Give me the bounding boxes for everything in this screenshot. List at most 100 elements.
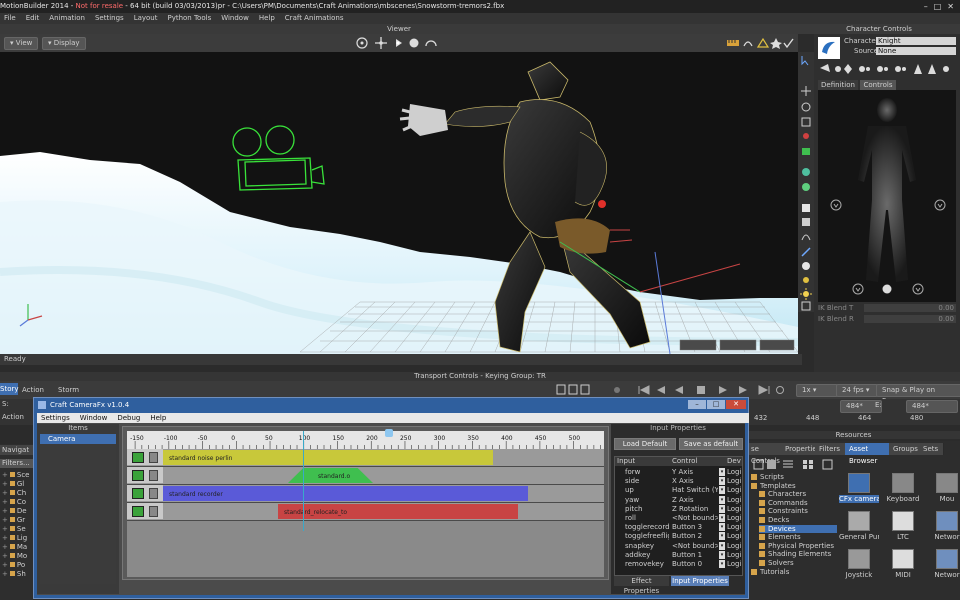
asset-item[interactable]: Networ: [927, 511, 960, 541]
binding-row[interactable]: togglerecord Button 3 ▾ Logi: [615, 523, 742, 532]
cfx-menu-settings[interactable]: Settings: [41, 413, 70, 423]
pan-icon[interactable]: [375, 37, 387, 49]
display-menu-button[interactable]: ▾ Display: [42, 37, 86, 50]
large-view-icon[interactable]: [822, 459, 833, 470]
cfx-effect-clip[interactable]: standard.o: [288, 468, 373, 483]
pose-icon-7[interactable]: [914, 64, 922, 74]
binding-dropdown-icon[interactable]: ▾: [719, 486, 725, 495]
triangle-icon[interactable]: [756, 37, 770, 48]
curve-icon[interactable]: [743, 41, 753, 47]
binding-dropdown-icon[interactable]: ▾: [719, 523, 725, 532]
cfx-close-icon[interactable]: ✕: [726, 400, 746, 409]
story-tab[interactable]: Story: [0, 383, 19, 395]
resources-tree-item[interactable]: Decks: [759, 516, 789, 524]
expand-icon[interactable]: +: [2, 570, 8, 578]
navigator-item[interactable]: + Gl: [2, 480, 24, 488]
resources-tab-filters[interactable]: Filters: [815, 443, 846, 455]
expand-icon[interactable]: +: [2, 543, 8, 551]
spline-icon[interactable]: [801, 234, 811, 241]
cfx-menu-debug[interactable]: Debug: [117, 413, 140, 423]
cfx-effect-clip[interactable]: standard noise perlin: [163, 450, 493, 465]
navigator-filters[interactable]: Filters...: [0, 459, 35, 468]
navigator-item[interactable]: + Po: [2, 561, 25, 569]
sun-icon[interactable]: [800, 288, 812, 300]
hips-effector-icon[interactable]: [882, 284, 892, 294]
pose-icon-2[interactable]: [835, 66, 841, 72]
binding-dropdown-icon[interactable]: ▾: [719, 477, 725, 486]
pose-icon-9[interactable]: [943, 66, 949, 72]
navigator-item[interactable]: + Ma: [2, 543, 27, 551]
pin-red-icon[interactable]: [803, 133, 809, 139]
go-start-icon[interactable]: [638, 385, 650, 395]
expand-icon[interactable]: +: [2, 534, 8, 542]
resources-tree-item[interactable]: Tutorials: [751, 568, 789, 576]
resources-tree-item[interactable]: Constraints: [759, 507, 808, 515]
list-view-icon[interactable]: [753, 459, 764, 470]
ruler-icon[interactable]: [727, 40, 739, 46]
next-key-icon[interactable]: [739, 386, 747, 394]
navigator-tab[interactable]: Navigat: [0, 445, 35, 455]
grid-view-icon[interactable]: [767, 460, 776, 469]
zoom-icon[interactable]: [396, 39, 402, 47]
menu-item-craft-animations[interactable]: Craft Animations: [285, 13, 344, 24]
binding-row[interactable]: roll <Not bound> ▾ Logi: [615, 514, 742, 523]
go-end-icon[interactable]: [758, 385, 770, 395]
left-hand-effector-icon[interactable]: [830, 199, 842, 211]
right-foot-effector-icon[interactable]: [912, 283, 924, 295]
trash-icon[interactable]: [149, 452, 158, 463]
end-frame-field[interactable]: 484*: [906, 400, 958, 413]
resources-tree-item[interactable]: Physical Properties: [759, 542, 834, 550]
binding-row[interactable]: snapkey <Not bound> ▾ Logi: [615, 541, 742, 551]
maximize-icon[interactable]: □: [934, 0, 942, 13]
expand-icon[interactable]: +: [2, 489, 8, 497]
navigator-item[interactable]: + Sh: [2, 570, 26, 578]
play-icon[interactable]: [719, 386, 727, 394]
cfx-item-camera[interactable]: Camera: [40, 434, 116, 444]
loop-icon[interactable]: [776, 386, 784, 394]
resources-tree-item[interactable]: Solvers: [759, 559, 794, 567]
binding-dropdown-icon[interactable]: ▾: [719, 550, 725, 559]
resources-tree-item[interactable]: Shading Elements: [759, 550, 831, 558]
light-icon[interactable]: [803, 277, 809, 283]
menu-item-animation[interactable]: Animation: [49, 13, 85, 24]
navigator-item[interactable]: + Lig: [2, 534, 27, 542]
pose-icon-8[interactable]: [928, 64, 936, 74]
resources-tree-item[interactable]: Commands: [759, 499, 808, 507]
resources-tree-item[interactable]: Characters: [759, 490, 806, 498]
body-figure-view[interactable]: [818, 90, 956, 302]
expand-icon[interactable]: +: [2, 552, 8, 560]
body-part-icon[interactable]: [802, 168, 810, 176]
binding-dropdown-icon[interactable]: ▾: [719, 495, 725, 504]
check-icon[interactable]: [783, 38, 794, 49]
trash-icon[interactable]: [149, 470, 158, 481]
binding-dropdown-icon[interactable]: ▾: [719, 532, 725, 541]
viewer-viewport[interactable]: [0, 52, 798, 354]
menu-item-file[interactable]: File: [4, 13, 16, 24]
menu-item-layout[interactable]: Layout: [134, 13, 158, 24]
cube-icon[interactable]: [802, 218, 810, 226]
cfx-menu-window[interactable]: Window: [80, 413, 108, 423]
resources-tab-sets[interactable]: Sets: [919, 443, 944, 455]
navigator-item[interactable]: + Mo: [2, 552, 27, 560]
snap-select[interactable]: Snap & Play on Frames: [876, 384, 960, 405]
load-default-button[interactable]: Load Default: [614, 438, 676, 450]
expand-icon[interactable]: +: [2, 480, 8, 488]
navigator-item[interactable]: + Ch: [2, 489, 26, 497]
source-select[interactable]: None: [876, 47, 956, 55]
stop-icon[interactable]: [697, 386, 705, 394]
track-toggle-icon[interactable]: [132, 470, 144, 481]
track-toggle-icon[interactable]: [132, 488, 144, 499]
resources-tab-asset-browser[interactable]: Asset Browser: [845, 443, 890, 465]
resources-tree-item[interactable]: Templates: [751, 482, 796, 490]
cfx-effect-clip[interactable]: standard_relocate_to: [278, 504, 518, 519]
cfx-effect-clip[interactable]: standard recorder: [163, 486, 528, 501]
binding-dropdown-icon[interactable]: ▾: [719, 514, 725, 522]
select-icon[interactable]: [801, 56, 809, 66]
pose-icon-1[interactable]: [820, 64, 830, 72]
navigator-item[interactable]: + Gr: [2, 516, 25, 524]
resources-tab-se-controls[interactable]: se Controls: [747, 443, 782, 465]
sphere-icon[interactable]: [409, 38, 419, 48]
resources-tab-properties[interactable]: Properties: [781, 443, 820, 455]
trash-icon[interactable]: [149, 488, 158, 499]
left-foot-effector-icon[interactable]: [852, 283, 864, 295]
